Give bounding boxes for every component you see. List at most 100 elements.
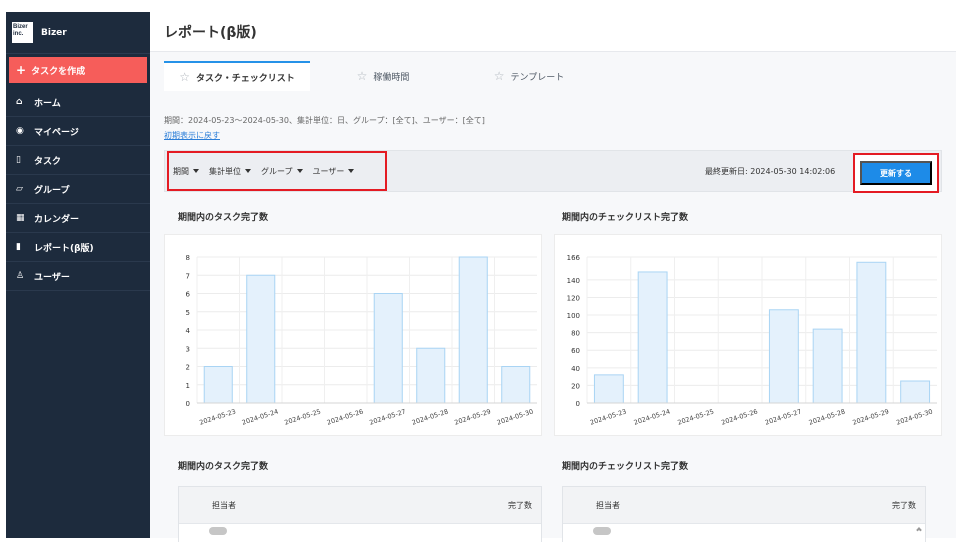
sidebar-item-label: ユーザー — [34, 272, 70, 283]
y-tick-label: 40 — [571, 365, 580, 373]
completed-header: 完了数 — [892, 500, 916, 510]
y-tick-label: 60 — [571, 347, 580, 355]
user-filter[interactable]: ユーザー — [313, 166, 355, 177]
x-tick-label: 2024-05-23 — [198, 407, 236, 426]
checklist-table-title: 期間内のチェックリスト完了数 — [562, 462, 689, 472]
sidebar-item-report[interactable]: ▮ レポート(β版) — [6, 233, 150, 262]
avatar — [209, 527, 227, 535]
tab-template[interactable]: ☆ テンプレート — [456, 61, 602, 91]
period-filter-label: 期間 — [173, 166, 189, 176]
bar — [246, 274, 276, 404]
sidebar-nav: ⌂ ホーム ◉ マイページ ▯ タスク ▱ グループ ▦ カレンダー ▮ レポート(β版) … — [6, 88, 150, 291]
checklist-chart-title: 期間内のチェックリスト完了数 — [562, 213, 689, 223]
x-tick-label: 2024-05-30 — [496, 407, 534, 426]
bar — [637, 271, 668, 404]
table-header: 担当者 完了数 — [563, 487, 925, 523]
chevron-down-icon — [193, 169, 199, 173]
create-task-button[interactable]: + タスクを作成 — [9, 57, 147, 83]
task-table-title: 期間内のタスク完了数 — [178, 462, 269, 472]
chevron-down-icon — [245, 169, 251, 173]
chevron-down-icon — [296, 169, 303, 173]
bar — [458, 256, 488, 404]
assignee-header: 担当者 — [212, 500, 236, 510]
sidebar-item-calendar[interactable]: ▦ カレンダー — [6, 204, 150, 233]
x-tick-label: 2024-05-28 — [411, 407, 449, 426]
y-tick-label: 20 — [571, 382, 580, 390]
person-circle-icon: ◉ — [16, 126, 24, 136]
tab-task-checklist[interactable]: ☆ タスク・チェックリスト — [164, 61, 310, 91]
x-tick-label: 2024-05-24 — [241, 407, 279, 426]
brand-name: Bizer — [41, 27, 67, 38]
application-window: Bizer inc. Bizer + タスクを作成 ⌂ ホーム ◉ マイページ ▯ タ… — [0, 0, 970, 544]
star-icon: ☆ — [493, 69, 505, 83]
top-bar: レポート(β版) — [150, 12, 956, 52]
sidebar-item-home[interactable]: ⌂ ホーム — [6, 88, 150, 117]
bar-chart-icon: ▮ — [16, 242, 21, 252]
tab-label: テンプレート — [510, 72, 565, 83]
bar — [203, 366, 233, 404]
document-icon: ▯ — [16, 155, 21, 165]
tab-working-time[interactable]: ☆ 稼働時間 — [310, 61, 456, 91]
bar — [900, 380, 931, 404]
report-tabs: ☆ タスク・チェックリスト ☆ 稼働時間 ☆ テンプレート — [164, 61, 602, 91]
group-filter-label: グループ — [261, 166, 293, 176]
star-icon: ☆ — [356, 69, 368, 83]
y-tick-label: 7 — [186, 272, 190, 280]
update-button[interactable]: 更新する — [860, 161, 932, 185]
completed-header: 完了数 — [508, 500, 532, 510]
bizer-logo: Bizer inc. — [12, 22, 33, 43]
y-tick-label: 4 — [186, 327, 191, 335]
update-highlight: 更新する — [853, 153, 939, 193]
last-updated: 最終更新日: 2024-05-30 14:02:06 — [705, 167, 836, 176]
home-icon: ⌂ — [16, 97, 23, 107]
tab-label: タスク・チェックリスト — [195, 73, 295, 84]
sidebar-item-user[interactable]: ♙ ユーザー — [6, 262, 150, 291]
y-tick-label: 80 — [571, 330, 580, 338]
task-chart-title: 期間内のタスク完了数 — [178, 213, 269, 223]
unit-filter[interactable]: 集計単位 — [209, 166, 251, 177]
sidebar-item-label: ホーム — [34, 98, 61, 109]
y-tick-label: 0 — [576, 400, 580, 408]
y-tick-label: 0 — [186, 400, 190, 408]
sidebar-item-task[interactable]: ▯ タスク — [6, 146, 150, 175]
table-row — [179, 523, 541, 543]
filter-bar: 期間 集計単位 グループ ユーザー 最終更新日: 2024-05-30 14:0… — [164, 150, 942, 193]
bar — [501, 366, 531, 404]
bar — [416, 347, 446, 404]
y-tick-label: 1 — [186, 382, 190, 390]
sidebar-item-group[interactable]: ▱ グループ — [6, 175, 150, 204]
x-tick-label: 2024-05-27 — [764, 407, 802, 426]
x-tick-label: 2024-05-23 — [589, 407, 627, 426]
x-tick-label: 2024-05-24 — [633, 407, 671, 426]
sidebar-item-label: レポート(β版) — [34, 243, 94, 254]
x-tick-label: 2024-05-27 — [368, 407, 406, 426]
create-task-label: タスクを作成 — [31, 66, 86, 77]
calendar-icon: ▦ — [16, 213, 25, 223]
y-tick-label: 8 — [186, 254, 190, 262]
period-filter[interactable]: 期間 — [173, 166, 199, 177]
bar — [856, 261, 887, 404]
plus-icon: + — [16, 63, 27, 77]
bar — [812, 328, 843, 404]
user-icon: ♙ — [16, 271, 25, 281]
x-tick-label: 2024-05-26 — [720, 407, 758, 426]
task-completion-chart: 0 1 2 3 4 5 6 7 8 2024-05-23 2024-05-24 2024-05-25 2… — [164, 234, 542, 436]
sidebar-item-label: タスク — [34, 156, 62, 167]
sidebar-item-mypage[interactable]: ◉ マイページ — [6, 117, 150, 146]
sidebar-item-label: グループ — [34, 185, 70, 196]
x-tick-label: 2024-05-29 — [453, 407, 491, 426]
y-tick-label: 140 — [567, 277, 580, 285]
checklist-completion-table: 担当者 完了数 — [562, 486, 926, 543]
group-filter[interactable]: グループ — [261, 166, 303, 177]
reset-link[interactable]: 初期表示に戻す — [164, 130, 220, 141]
bar-chart-svg: 0 20 40 60 80 100 120 140 166 2024-05-23 2024-05-2… — [567, 254, 937, 427]
bar — [593, 374, 624, 404]
y-tick-label: 120 — [567, 294, 580, 302]
y-tick-label: 5 — [186, 309, 190, 317]
folder-icon: ▱ — [16, 184, 23, 194]
assignee-header: 担当者 — [596, 500, 620, 510]
star-icon: ☆ — [179, 70, 190, 84]
y-tick-label: 2 — [186, 364, 190, 372]
sidebar: Bizer inc. Bizer + タスクを作成 ⌂ ホーム ◉ マイページ ▯ タ… — [6, 12, 150, 538]
checklist-completion-chart: 0 20 40 60 80 100 120 140 166 2024-05-23 2024-05-2… — [554, 234, 942, 436]
